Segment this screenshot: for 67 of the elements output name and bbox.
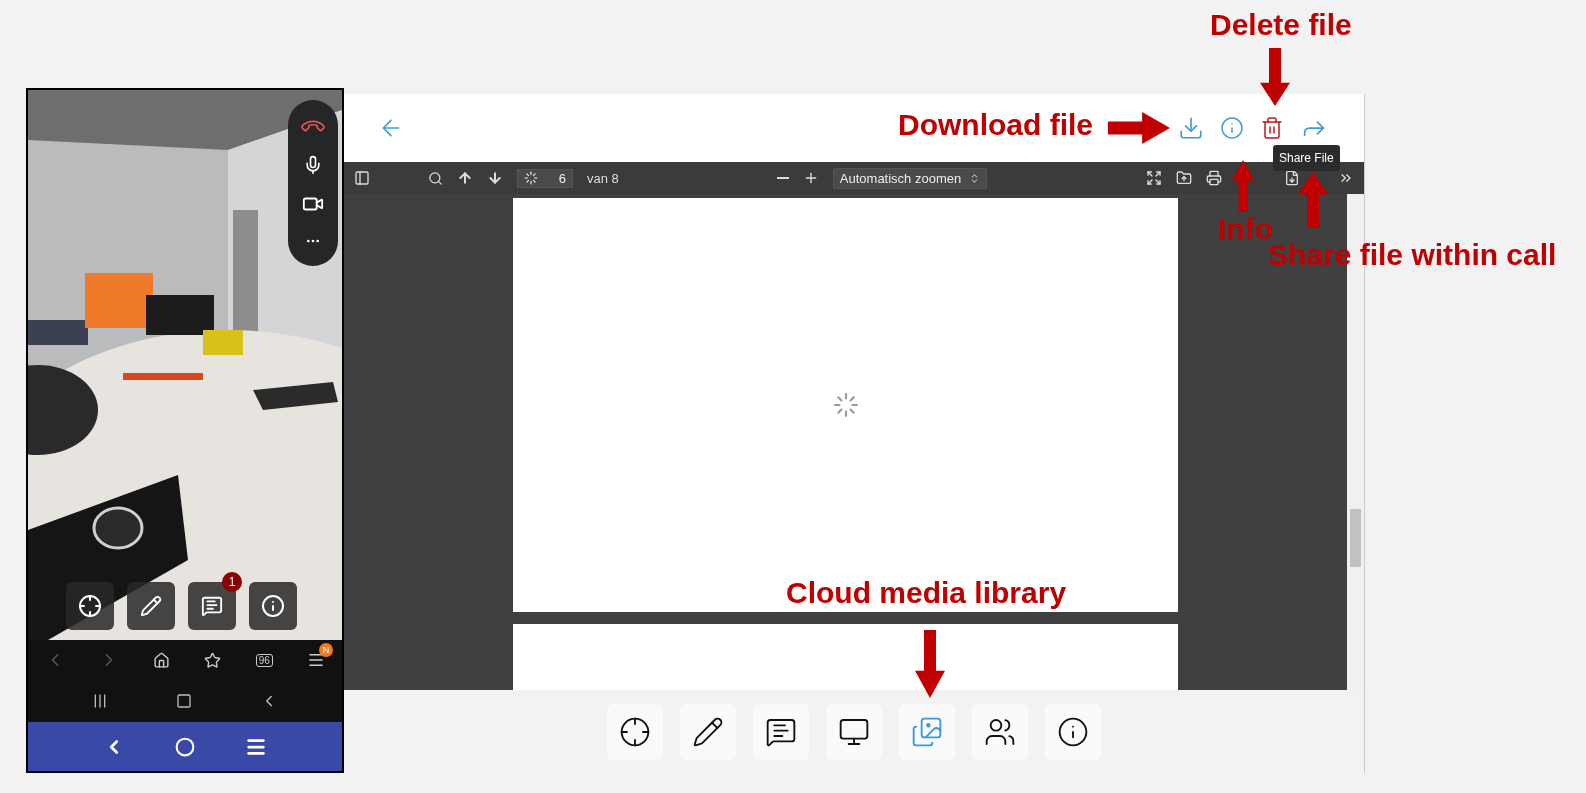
annotation-label: Info <box>1218 212 1273 245</box>
recents-icon <box>92 693 108 709</box>
pointer-arrow <box>915 630 945 698</box>
download-button[interactable] <box>1178 115 1204 141</box>
toolbar-button[interactable] <box>680 703 736 760</box>
target-button[interactable] <box>66 582 114 630</box>
file-download-icon <box>1284 170 1300 186</box>
printer-icon <box>1206 170 1222 186</box>
home-icon <box>176 693 192 709</box>
recents-button[interactable] <box>92 693 108 709</box>
tabs-button[interactable]: 96 <box>255 653 273 667</box>
save-button[interactable] <box>1284 170 1300 186</box>
home-icon <box>175 736 195 757</box>
toolbar-button[interactable] <box>826 703 882 760</box>
delete-button[interactable] <box>1260 116 1284 140</box>
annotation-label: Cloud media library <box>786 576 1067 609</box>
images-icon <box>911 715 943 748</box>
annotation-label: Download file <box>898 108 1093 141</box>
minus-icon <box>776 177 789 179</box>
print-button[interactable] <box>1206 170 1222 186</box>
loading-spinner-icon <box>832 392 859 418</box>
folder-icon <box>1176 170 1192 186</box>
crosshair-icon <box>619 715 651 748</box>
star-icon <box>204 651 222 669</box>
pointer-arrow <box>1108 112 1170 144</box>
zoom-select[interactable]: Automatisch zoomen <box>832 167 987 189</box>
pointer-arrow <box>1232 160 1254 212</box>
annotation-label: Delete file <box>1210 8 1352 41</box>
microphone-icon <box>303 155 323 175</box>
next-page-button[interactable] <box>487 170 503 186</box>
microphone-button[interactable] <box>303 155 323 175</box>
crosshair-icon <box>78 594 102 618</box>
expand-icon <box>1146 170 1162 186</box>
open-file-button[interactable] <box>1176 170 1192 186</box>
search-icon <box>428 170 443 186</box>
trash-icon <box>1260 116 1284 140</box>
previous-page-button[interactable] <box>457 170 473 186</box>
toolbar-button[interactable] <box>972 703 1028 760</box>
page-total-label: van 8 <box>587 170 619 186</box>
house-icon <box>153 651 171 669</box>
page-number-field[interactable]: 6 <box>517 168 573 188</box>
pointer-arrow <box>1260 48 1290 106</box>
bookmarks-button[interactable] <box>204 651 222 669</box>
info-icon <box>1057 715 1089 748</box>
sidebar-toggle-button[interactable] <box>354 170 370 186</box>
info-icon <box>261 594 285 618</box>
pencil-icon <box>140 595 162 617</box>
sidebar-icon <box>354 170 370 186</box>
pointer-arrow <box>1298 172 1328 228</box>
home-button[interactable] <box>176 693 192 709</box>
search-button[interactable] <box>428 170 443 186</box>
info-icon <box>1220 116 1244 140</box>
toolbar-button[interactable] <box>753 703 809 760</box>
toolbar-button[interactable] <box>1045 703 1101 760</box>
toolbar-button[interactable] <box>607 703 663 760</box>
chat-icon <box>201 595 223 617</box>
info-button[interactable] <box>249 582 297 630</box>
menu-button[interactable] <box>306 651 325 669</box>
notification-badge: N <box>318 643 333 657</box>
spinner-icon <box>524 171 538 185</box>
pencil-button[interactable] <box>127 582 175 630</box>
download-icon <box>1178 115 1204 141</box>
home-button[interactable] <box>153 651 171 669</box>
fullscreen-button[interactable] <box>1146 170 1162 186</box>
tooltip: Share File <box>1273 145 1340 171</box>
pencil-icon <box>692 715 724 748</box>
menu-icon <box>306 651 325 669</box>
